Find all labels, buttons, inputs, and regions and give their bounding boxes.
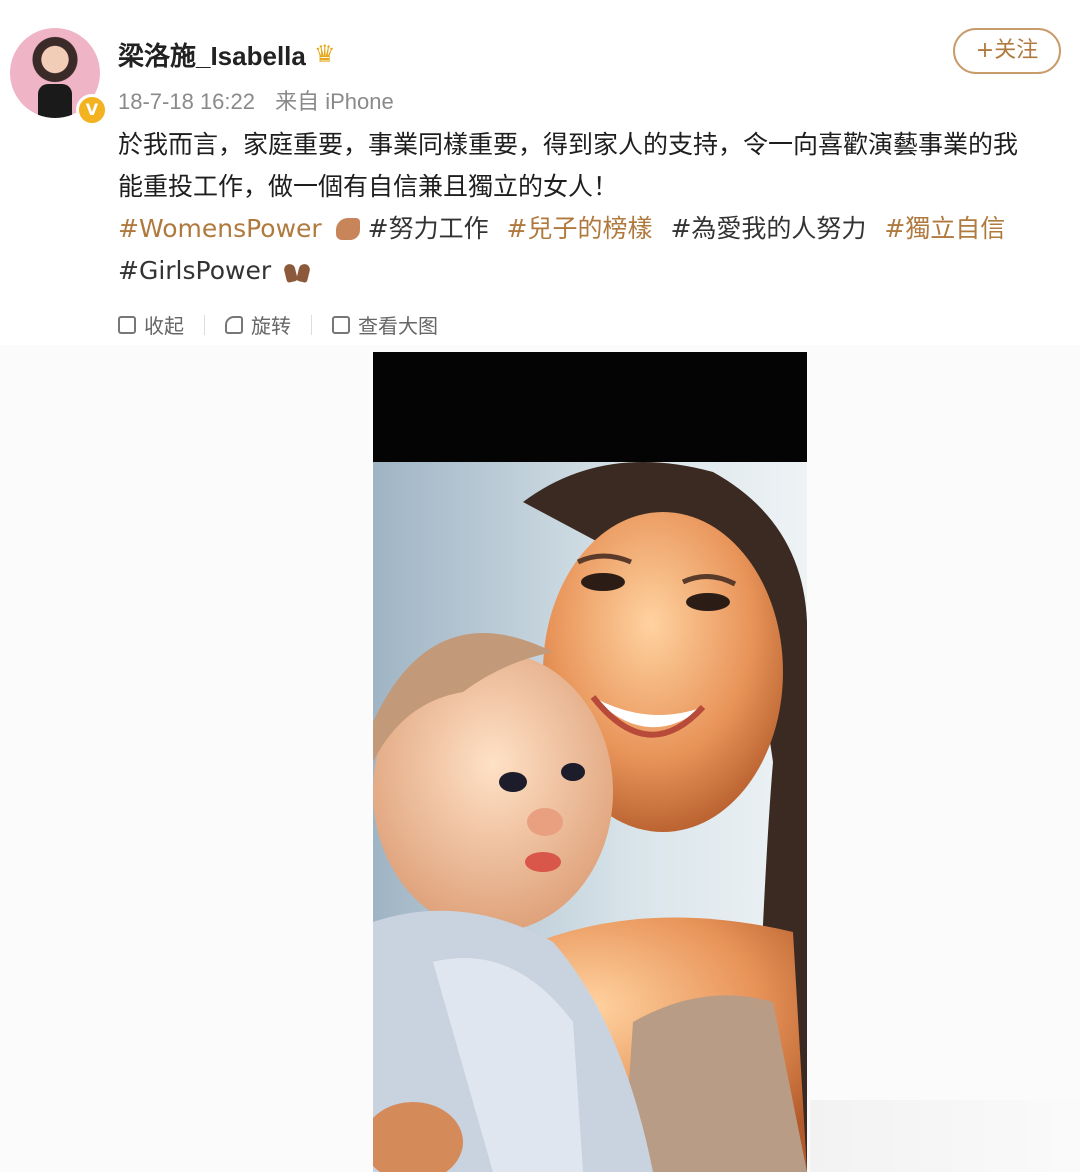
post-source: 来自 iPhone: [275, 89, 394, 114]
avatar-dress: [38, 84, 72, 118]
hashtag[interactable]: #努力工作: [368, 214, 489, 243]
view-large-button[interactable]: 查看大图: [332, 310, 438, 339]
crown-icon: ♛: [314, 40, 336, 68]
muscle-emoji-icon: [335, 218, 360, 240]
post-meta: 18-7-18 16:22 来自 iPhone: [118, 84, 394, 116]
hashtag[interactable]: #兒子的榜樣: [507, 214, 653, 243]
raised-hands-emoji-icon: [285, 262, 311, 282]
post-text-line: 能重投工作，做一個有自信兼且獨立的女人！: [118, 172, 619, 201]
verified-badge-icon: V: [76, 94, 108, 126]
post-timestamp: 18-7-18 16:22: [118, 89, 255, 114]
hashtag[interactable]: #獨立自信: [884, 214, 1005, 243]
hashtag-list: #WomensPower #努力工作 #兒子的榜樣 #為愛我的人努力 #獨立自信…: [118, 208, 1068, 292]
username[interactable]: 梁洛施_Isabella: [118, 36, 306, 73]
divider: [311, 314, 312, 335]
hashtag[interactable]: #為愛我的人努力: [670, 214, 866, 243]
hashtag[interactable]: #GirlsPower: [118, 256, 271, 285]
watermark-overlay: [810, 1100, 1080, 1172]
post-header: V 梁洛施_Isabella ♛ 18-7-18 16:22 来自 iPhone…: [0, 0, 1080, 126]
follow-button[interactable]: +关注: [953, 28, 1061, 74]
collapse-icon: [118, 315, 136, 334]
divider: [204, 314, 205, 335]
hashtag[interactable]: #WomensPower: [118, 214, 322, 243]
avatar-face: [46, 46, 64, 70]
mother-baby-photo: [373, 462, 807, 1172]
view-large-icon: [332, 315, 350, 334]
rotate-label: 旋转: [251, 314, 291, 338]
post-text: 於我而言，家庭重要，事業同樣重要，得到家人的支持，令一向喜歡演藝事業的我 能重投…: [118, 124, 1068, 208]
post-photo[interactable]: [373, 352, 807, 1172]
view-large-label: 查看大图: [358, 314, 438, 338]
rotate-icon: [225, 315, 243, 334]
collapse-label: 收起: [144, 314, 184, 338]
post-text-line: 於我而言，家庭重要，事業同樣重要，得到家人的支持，令一向喜歡演藝事業的我: [118, 130, 1019, 159]
rotate-button[interactable]: 旋转: [225, 310, 291, 339]
image-actions: 收起 旋转 查看大图: [118, 310, 438, 339]
collapse-button[interactable]: 收起: [118, 310, 184, 339]
photo-letterbox: [373, 352, 807, 462]
